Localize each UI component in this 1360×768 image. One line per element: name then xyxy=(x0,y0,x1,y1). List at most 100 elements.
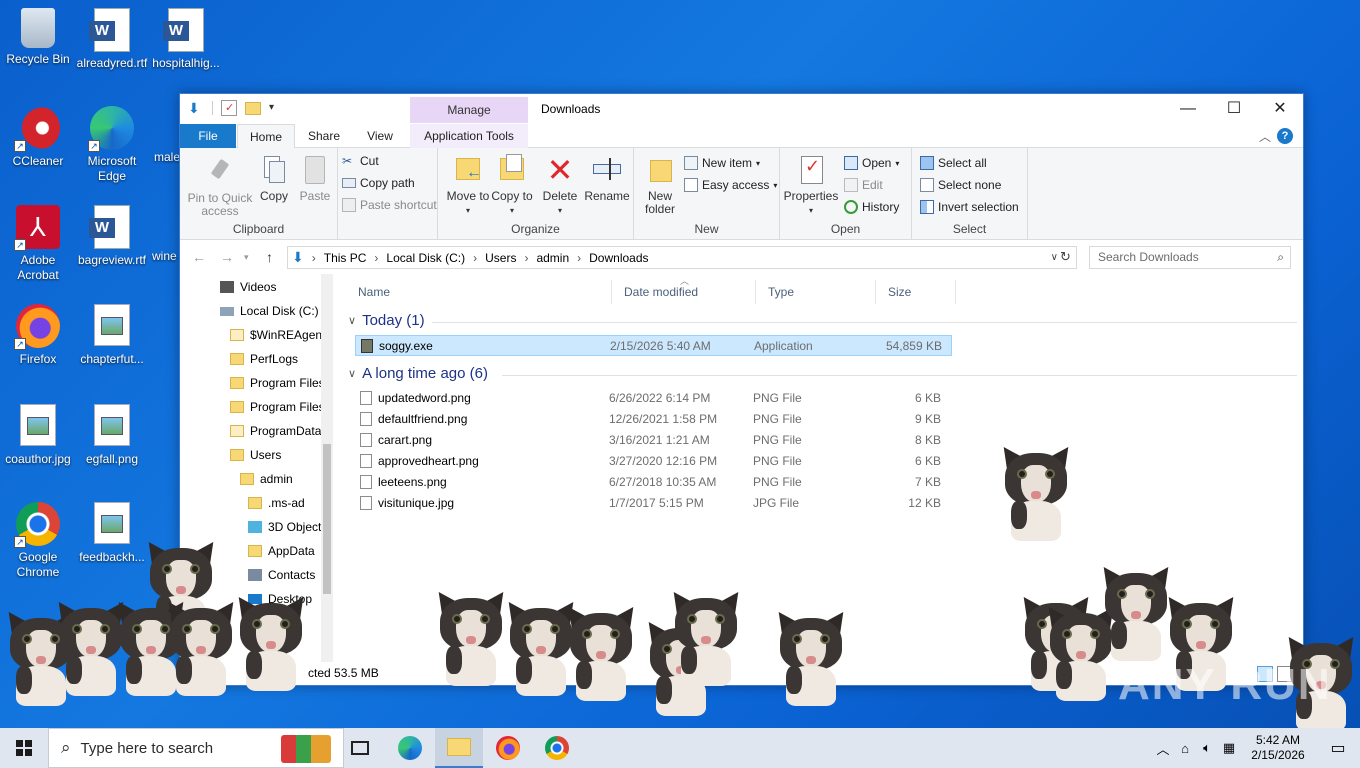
nav-item-3d-objects[interactable]: 3D Objects xyxy=(248,515,327,539)
checkbox-qat-icon[interactable]: ✓ xyxy=(221,100,237,116)
group-header-today[interactable]: ∨ Today (1) xyxy=(346,312,425,329)
desktop-icon-chapterfut[interactable]: chapterfut... xyxy=(74,304,150,367)
new-folder-button[interactable]: New folder xyxy=(638,154,682,216)
select-all-button[interactable]: Select all xyxy=(920,156,987,170)
tab-file[interactable]: File xyxy=(180,124,236,148)
nav-item-ms-ad[interactable]: .ms-ad xyxy=(248,491,305,515)
up-arrow-icon[interactable]: ↑ xyxy=(266,249,273,265)
open-button[interactable]: Open ▾ xyxy=(844,156,899,170)
column-header-size[interactable]: Size xyxy=(876,280,956,304)
pin-quick-access-button[interactable]: Pin to Quick access xyxy=(186,154,254,218)
search-box[interactable]: Search Downloads ⌕ xyxy=(1089,246,1291,269)
new-folder-qat-icon[interactable] xyxy=(245,101,261,115)
show-hidden-icons-icon[interactable]: ︿ xyxy=(1152,739,1174,758)
desktop-icon-firefox[interactable]: ↗ Firefox xyxy=(0,304,76,367)
paste-shortcut-button[interactable]: Paste shortcut xyxy=(342,198,437,212)
copy-path-button[interactable]: Copy path xyxy=(342,176,415,190)
copy-to-button[interactable]: Copy to ▾ xyxy=(490,154,534,217)
collapse-ribbon-icon[interactable]: ︿ xyxy=(1259,128,1271,145)
forward-arrow-icon[interactable]: → xyxy=(220,249,234,265)
address-bar[interactable]: ⬇ › This PC › Local Disk (C:) › Users › adm… xyxy=(287,246,1077,269)
nav-item-appdata[interactable]: AppData xyxy=(248,539,315,563)
tab-view[interactable]: View xyxy=(352,124,408,148)
desktop-icon-hospitalhig[interactable]: W hospitalhig... xyxy=(148,8,224,71)
desktop-icon-bagreview[interactable]: W bagreview.rtf xyxy=(74,205,150,268)
nav-item-program-files[interactable]: Program Files xyxy=(230,371,325,395)
desktop-icon-edge[interactable]: ↗ Microsoft Edge xyxy=(74,106,150,184)
desktop-icon-egfall[interactable]: egfall.png xyxy=(74,404,150,467)
table-row[interactable]: visitunique.jpg 1/7/2017 5:15 PM JPG File 1… xyxy=(355,493,952,514)
paste-button[interactable]: Paste xyxy=(296,154,334,203)
delete-button[interactable]: ✕ Delete ▾ xyxy=(538,154,582,217)
table-row[interactable]: defaultfriend.png 12/26/2021 1:58 PM PNG F… xyxy=(355,409,952,430)
edit-button[interactable]: Edit xyxy=(844,178,883,192)
desktop-icon-chrome[interactable]: ↗ Google Chrome xyxy=(0,502,76,580)
table-row[interactable]: updatedword.png 6/26/2022 6:14 PM PNG File… xyxy=(355,388,952,409)
nav-item-videos[interactable]: Videos xyxy=(220,275,276,299)
recent-locations-icon[interactable]: ▾ xyxy=(244,252,249,263)
tab-share[interactable]: Share xyxy=(298,124,350,148)
desktop-icon-acrobat[interactable]: ⅄ ↗ Adobe Acrobat xyxy=(0,205,76,283)
nav-item-programdata[interactable]: ProgramData xyxy=(230,419,321,443)
network-icon[interactable]: ⌂ xyxy=(1174,741,1196,756)
volume-icon[interactable]: 🔈︎ xyxy=(1196,740,1218,756)
refresh-icon[interactable]: ↻ xyxy=(1060,249,1071,265)
nav-scrollbar-thumb[interactable] xyxy=(323,444,331,594)
new-item-button[interactable]: New item ▾ xyxy=(684,156,760,170)
table-row[interactable]: carart.png 3/16/2021 1:21 AM PNG File 8 KB xyxy=(355,430,952,451)
maximize-button[interactable]: ☐ xyxy=(1211,94,1257,124)
table-row[interactable]: approvedheart.png 3/27/2020 12:16 PM PNG F… xyxy=(355,451,952,472)
nav-item-contacts[interactable]: Contacts xyxy=(248,563,315,587)
column-header-name[interactable]: Name xyxy=(346,280,612,304)
notifications-icon[interactable]: ▭ xyxy=(1316,738,1360,758)
column-header-type[interactable]: Type xyxy=(756,280,876,304)
taskbar-edge[interactable] xyxy=(386,728,434,768)
table-row[interactable]: soggy.exe 2/15/2026 5:40 AM Application 54,… xyxy=(355,335,952,356)
easy-access-button[interactable]: Easy access ▾ xyxy=(684,178,777,192)
select-none-button[interactable]: Select none xyxy=(920,178,1001,192)
table-row[interactable]: leeteens.png 6/27/2018 10:35 AM PNG File 7 … xyxy=(355,472,952,493)
start-button[interactable] xyxy=(0,728,48,768)
desktop-icon-feedbackh[interactable]: feedbackh... xyxy=(74,502,150,565)
history-button[interactable]: History xyxy=(844,200,899,214)
properties-button[interactable]: ✓ Properties ▾ xyxy=(782,154,840,217)
tab-home[interactable]: Home xyxy=(237,124,295,149)
taskbar-firefox[interactable] xyxy=(484,728,532,768)
properties-qat-icon[interactable]: ⬇ xyxy=(188,100,204,116)
manage-context-tab[interactable]: Manage xyxy=(410,97,528,123)
ime-icon[interactable]: ▦ xyxy=(1218,740,1240,756)
taskbar-chrome[interactable] xyxy=(533,728,581,768)
desktop-icon-male[interactable]: male xyxy=(148,106,180,165)
customize-qat-icon[interactable]: ▾ xyxy=(269,100,285,116)
minimize-button[interactable]: — xyxy=(1165,94,1211,124)
breadcrumb-local-disk[interactable]: Local Disk (C:) xyxy=(386,251,465,265)
nav-item-users[interactable]: Users xyxy=(230,443,281,467)
nav-item-local-disk[interactable]: Local Disk (C:) xyxy=(220,299,319,323)
clock[interactable]: 5:42 AM 2/15/2026 xyxy=(1240,733,1316,763)
move-to-button[interactable]: ← Move to ▾ xyxy=(446,154,490,217)
desktop-icon-coauthor[interactable]: coauthor.jpg xyxy=(0,404,76,467)
close-button[interactable]: ✕ xyxy=(1257,94,1303,124)
cut-button[interactable]: ✂ Cut xyxy=(342,154,379,168)
nav-item-perflogs[interactable]: PerfLogs xyxy=(230,347,298,371)
desktop-icon-ccleaner[interactable]: ↗ CCleaner xyxy=(0,106,76,169)
taskbar-file-explorer[interactable] xyxy=(435,728,483,768)
task-view-button[interactable] xyxy=(336,728,384,768)
breadcrumb-this-pc[interactable]: This PC xyxy=(324,251,367,265)
breadcrumb-users[interactable]: Users xyxy=(485,251,516,265)
copy-button[interactable]: Copy xyxy=(256,154,292,203)
nav-item-program-files-x86[interactable]: Program Files xyxy=(230,395,325,419)
invert-selection-button[interactable]: Invert selection xyxy=(920,200,1019,214)
address-dropdown-icon[interactable]: ∨ xyxy=(1051,252,1058,263)
group-header-long-ago[interactable]: ∨ A long time ago (6) xyxy=(346,365,488,382)
desktop-icon-recycle-bin[interactable]: Recycle Bin xyxy=(0,8,76,67)
rename-button[interactable]: Rename xyxy=(584,154,630,203)
breadcrumb-downloads[interactable]: Downloads xyxy=(589,251,648,265)
back-arrow-icon[interactable]: ← xyxy=(192,249,206,265)
nav-item-winreagent[interactable]: $WinREAgent xyxy=(230,323,325,347)
breadcrumb-admin[interactable]: admin xyxy=(536,251,569,265)
desktop-icon-wine[interactable]: wine xyxy=(148,205,180,264)
taskbar-search[interactable]: ⌕ Type here to search xyxy=(48,728,344,768)
nav-scrollbar[interactable] xyxy=(321,274,333,662)
desktop-icon-alreadyred[interactable]: W alreadyred.rtf xyxy=(74,8,150,71)
